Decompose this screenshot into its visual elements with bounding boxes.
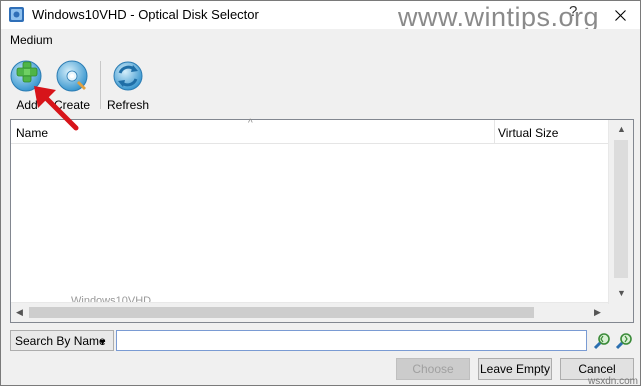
menu-bar: Medium bbox=[1, 29, 640, 51]
chevron-down-icon: ▼ bbox=[98, 337, 107, 347]
search-forward-icon[interactable] bbox=[614, 331, 634, 351]
refresh-button[interactable]: Refresh bbox=[103, 59, 153, 117]
search-input[interactable] bbox=[116, 330, 587, 351]
close-icon bbox=[615, 9, 626, 21]
choose-button[interactable]: Choose bbox=[396, 358, 470, 380]
leave-empty-button[interactable]: Leave Empty bbox=[478, 358, 552, 380]
scroll-left-icon[interactable]: ◀ bbox=[16, 307, 23, 318]
add-button-label: Add bbox=[16, 98, 38, 112]
search-bar: Search By Name ▼ bbox=[10, 330, 634, 351]
search-mode-select[interactable]: Search By Name ▼ bbox=[10, 330, 114, 351]
add-button[interactable]: Add bbox=[4, 59, 50, 117]
table-header: ^ Name Virtual Size bbox=[11, 118, 608, 144]
refresh-button-label: Refresh bbox=[106, 98, 150, 112]
medium-list[interactable]: ^ Name Virtual Size Windows10VHD ▲ ▼ ◀ ▶ bbox=[10, 118, 634, 323]
optical-disk-selector-window: Windows10VHD - Optical Disk Selector www… bbox=[0, 0, 641, 386]
column-header-name[interactable]: Name bbox=[16, 126, 48, 140]
horizontal-scrollbar[interactable]: ◀ ▶ bbox=[11, 302, 608, 322]
watermark-bottom-text: wsxdn.com bbox=[588, 376, 639, 386]
search-backward-icon[interactable] bbox=[592, 331, 612, 351]
close-button[interactable] bbox=[601, 1, 640, 29]
column-header-virtual-size[interactable]: Virtual Size bbox=[498, 126, 558, 140]
create-button-label: Create bbox=[53, 98, 91, 112]
scroll-up-icon[interactable]: ▲ bbox=[617, 124, 626, 134]
scroll-down-icon[interactable]: ▼ bbox=[617, 288, 626, 298]
vertical-scrollbar[interactable]: ▲ ▼ bbox=[608, 120, 633, 304]
scroll-right-icon[interactable]: ▶ bbox=[594, 307, 601, 318]
menu-medium[interactable]: Medium bbox=[10, 33, 53, 47]
refresh-icon bbox=[113, 61, 143, 91]
window-title: Windows10VHD - Optical Disk Selector bbox=[32, 7, 259, 22]
create-disk-icon bbox=[56, 60, 88, 92]
title-bar: Windows10VHD - Optical Disk Selector www… bbox=[1, 1, 640, 32]
help-button[interactable]: ? bbox=[569, 3, 577, 20]
column-divider bbox=[494, 120, 495, 144]
toolbar: Add Create Refresh bbox=[1, 51, 640, 117]
scrollbar-corner bbox=[608, 304, 633, 322]
toolbar-separator bbox=[100, 61, 101, 109]
virtualbox-app-icon bbox=[9, 7, 24, 22]
add-disk-icon bbox=[10, 60, 42, 92]
search-mode-value: Search By Name bbox=[15, 334, 106, 348]
create-button[interactable]: Create bbox=[49, 59, 95, 117]
sort-caret-icon: ^ bbox=[248, 118, 253, 129]
horizontal-scroll-thumb[interactable] bbox=[29, 307, 534, 318]
vertical-scroll-thumb[interactable] bbox=[614, 140, 628, 278]
